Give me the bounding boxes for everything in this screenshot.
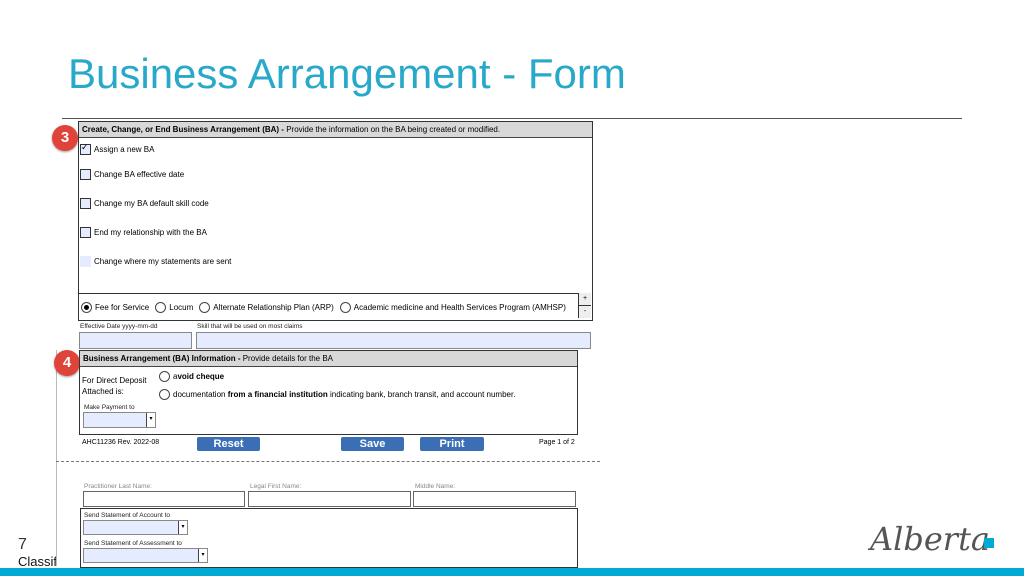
locum-radio[interactable] bbox=[155, 302, 167, 313]
logo-wordmark: Alberta bbox=[868, 520, 990, 558]
ba-info-header-bold: Business Arrangement (BA) Information - bbox=[83, 354, 241, 363]
change-skill-code-checkbox[interactable] bbox=[80, 198, 91, 209]
save-button[interactable]: Save bbox=[341, 437, 404, 451]
option-label: End my relationship with the BA bbox=[94, 228, 207, 237]
documentation-radio[interactable] bbox=[159, 389, 170, 400]
amhsp-radio[interactable] bbox=[339, 302, 351, 313]
print-button[interactable]: Print bbox=[420, 437, 484, 451]
documentation-pre: documentation bbox=[173, 390, 226, 399]
legal-first-name-field[interactable] bbox=[248, 491, 411, 507]
collapse-button[interactable]: - bbox=[578, 306, 591, 318]
void-cheque-option[interactable]: a void cheque bbox=[159, 371, 224, 382]
legal-first-name-label: Legal First Name: bbox=[250, 483, 302, 490]
chevron-down-icon: ▾ bbox=[198, 549, 207, 562]
option-change-statements[interactable]: Change where my statements are sent bbox=[80, 256, 231, 267]
page-indicator: Page 1 of 2 bbox=[539, 439, 575, 446]
change-effective-date-checkbox[interactable] bbox=[80, 169, 91, 180]
chevron-down-icon: ▾ bbox=[178, 521, 187, 534]
classification-label: Classification bbox=[18, 554, 56, 569]
ba-info-header: Business Arrangement (BA) Information - … bbox=[80, 351, 577, 367]
option-label: Assign a new BA bbox=[94, 145, 155, 154]
void-cheque-bold: void cheque bbox=[177, 372, 225, 381]
practitioner-last-name-field[interactable] bbox=[83, 491, 245, 507]
change-statements-checkbox[interactable] bbox=[80, 256, 91, 267]
ba-info-header-text: Provide details for the BA bbox=[240, 354, 333, 363]
skill-field[interactable] bbox=[196, 332, 591, 349]
send-statement-account-label: Send Statement of Account to bbox=[84, 512, 171, 519]
radio-label: Academic medicine and Health Services Pr… bbox=[353, 303, 566, 312]
title-divider bbox=[62, 118, 962, 119]
radio-label: Locum bbox=[169, 303, 194, 312]
fee-for-service-radio[interactable] bbox=[81, 302, 92, 313]
skill-label: Skill that will be used on most claims bbox=[197, 323, 303, 330]
option-label: Change my BA default skill code bbox=[94, 199, 209, 208]
alberta-logo-graphic: Alberta bbox=[867, 520, 994, 558]
slide-page-number: 7 bbox=[18, 536, 27, 553]
left-guide-line bbox=[56, 350, 57, 566]
void-cheque-radio[interactable] bbox=[159, 371, 170, 382]
effective-date-label: Effective Date yyyy-mm-dd bbox=[80, 323, 158, 330]
option-label: Change BA effective date bbox=[94, 170, 185, 179]
option-assign-new-ba[interactable]: Assign a new BA bbox=[80, 142, 155, 155]
ba-info-section: Business Arrangement (BA) Information - … bbox=[79, 350, 578, 435]
chevron-down-icon: ▾ bbox=[146, 413, 155, 427]
ba-change-header-bold: Create, Change, or End Business Arrangem… bbox=[82, 125, 284, 134]
alberta-logo: Alberta bbox=[867, 514, 998, 560]
radio-label: Fee for Service bbox=[95, 303, 150, 312]
send-statement-account-select[interactable]: ▾ bbox=[83, 520, 188, 535]
direct-deposit-label: For Direct Deposit Attached is: bbox=[82, 375, 146, 397]
direct-deposit-line-2: Attached is: bbox=[82, 387, 124, 396]
ba-change-section: Create, Change, or End Business Arrangem… bbox=[78, 121, 593, 321]
reset-button[interactable]: Reset bbox=[197, 437, 260, 451]
ba-change-header: Create, Change, or End Business Arrangem… bbox=[79, 122, 592, 138]
slide-title: Business Arrangement - Form bbox=[68, 50, 626, 97]
end-relationship-checkbox[interactable] bbox=[80, 227, 91, 238]
option-change-effective-date[interactable]: Change BA effective date bbox=[80, 169, 184, 180]
middle-name-field[interactable] bbox=[413, 491, 576, 507]
step-3-badge: 3 bbox=[52, 125, 78, 151]
bottom-accent-bar bbox=[0, 568, 1024, 576]
documentation-post: indicating bank, branch transit, and acc… bbox=[329, 390, 516, 399]
ba-change-header-text: Provide the information on the BA being … bbox=[283, 125, 501, 134]
send-statement-assessment-label: Send Statement of Assessment to bbox=[84, 540, 182, 547]
option-change-skill-code[interactable]: Change my BA default skill code bbox=[80, 198, 209, 209]
documentation-bold: from a financial institution bbox=[227, 390, 328, 399]
option-label: Change where my statements are sent bbox=[94, 257, 232, 266]
direct-deposit-line-1: For Direct Deposit bbox=[82, 376, 147, 385]
assign-new-ba-checkbox[interactable] bbox=[80, 142, 91, 155]
effective-date-field[interactable] bbox=[79, 332, 192, 349]
radio-label: Alternate Relationship Plan (ARP) bbox=[213, 303, 334, 312]
practitioner-last-name-label: Practitioner Last Name: bbox=[84, 483, 152, 490]
middle-name-label: Middle Name: bbox=[415, 483, 456, 490]
documentation-option[interactable]: documentation from a financial instituti… bbox=[159, 389, 515, 400]
statements-section: Send Statement of Account to ▾ Send Stat… bbox=[80, 508, 578, 568]
payment-model-group: Fee for Service Locum Alternate Relation… bbox=[81, 302, 566, 313]
page-break bbox=[56, 461, 600, 462]
make-payment-label: Make Payment to bbox=[84, 404, 135, 411]
step-4-badge: 4 bbox=[54, 350, 80, 376]
expand-button[interactable]: + bbox=[578, 293, 591, 306]
form-code: AHC11236 Rev. 2022-08 bbox=[82, 439, 160, 446]
make-payment-select[interactable]: ▾ bbox=[83, 412, 156, 428]
option-end-relationship[interactable]: End my relationship with the BA bbox=[80, 227, 207, 238]
arp-radio[interactable] bbox=[199, 302, 211, 313]
send-statement-assessment-select[interactable]: ▾ bbox=[83, 548, 208, 563]
divider bbox=[79, 293, 578, 294]
